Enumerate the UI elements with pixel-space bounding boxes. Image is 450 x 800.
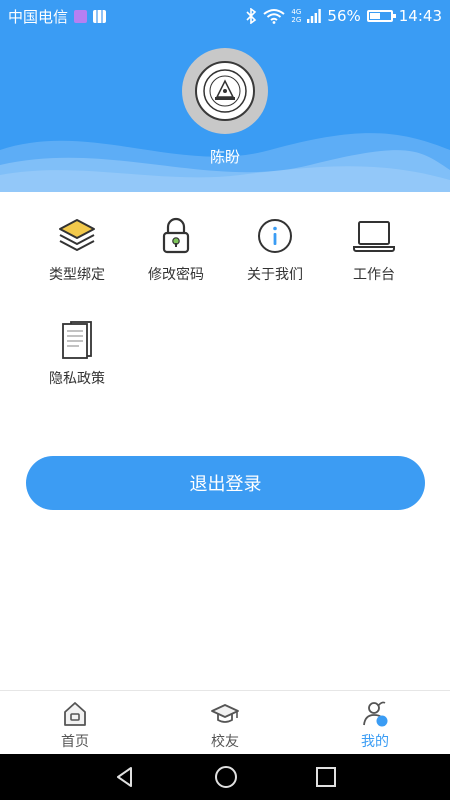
carrier-label: 中国电信	[8, 7, 69, 26]
back-icon[interactable]	[113, 765, 137, 789]
menu-label: 工作台	[353, 267, 395, 283]
tab-label: 我的	[361, 734, 389, 750]
status-bar: 中国电信 4G 2G 56% 14:43	[0, 0, 450, 32]
tab-alumni[interactable]: 校友	[150, 691, 300, 754]
menu-item-change-password[interactable]: 修改密码	[126, 214, 226, 294]
menu-label: 修改密码	[148, 267, 204, 283]
menu-item-privacy-policy[interactable]: 隐私政策	[27, 318, 127, 398]
user-icon	[363, 701, 388, 727]
layers-icon	[55, 214, 99, 258]
school-seal-logo	[195, 61, 255, 121]
battery-percent: 56%	[327, 7, 361, 25]
system-navigation-bar	[0, 754, 450, 800]
menu-label: 关于我们	[247, 267, 303, 283]
battery-icon	[366, 10, 396, 22]
logout-button[interactable]: 退出登录	[26, 456, 425, 510]
home-icon	[64, 702, 86, 726]
menu-label: 隐私政策	[49, 371, 105, 387]
menu-item-type-binding[interactable]: 类型绑定	[27, 214, 127, 294]
home-circle-icon[interactable]	[213, 764, 239, 790]
bluetooth-icon	[246, 8, 257, 24]
recents-icon[interactable]	[315, 766, 337, 788]
menu-item-about-us[interactable]: 关于我们	[225, 214, 325, 294]
username: 陈盼	[209, 148, 240, 166]
tab-label: 首页	[61, 734, 89, 750]
qr-notification-icon	[93, 9, 107, 23]
clock: 14:43	[398, 7, 442, 25]
avatar[interactable]	[182, 48, 268, 134]
tab-home[interactable]: 首页	[0, 691, 150, 754]
info-icon	[253, 214, 297, 258]
graduation-cap-icon	[211, 704, 239, 723]
profile-header: 中国电信 4G 2G 56% 14:43 陈盼	[0, 0, 450, 192]
document-icon	[55, 318, 99, 362]
lock-icon	[154, 214, 198, 258]
bottom-tab-bar: 首页 校友 我的	[0, 690, 450, 754]
tab-label: 校友	[211, 734, 239, 750]
wifi-icon	[263, 9, 286, 24]
signal-icon	[307, 9, 322, 23]
tab-mine[interactable]: 我的	[300, 691, 450, 754]
network-type-label: 4G 2G	[291, 8, 302, 24]
notification-icon	[74, 9, 88, 23]
menu-item-workbench[interactable]: 工作台	[324, 214, 424, 294]
menu-label: 类型绑定	[49, 267, 105, 283]
laptop-icon	[352, 214, 396, 258]
